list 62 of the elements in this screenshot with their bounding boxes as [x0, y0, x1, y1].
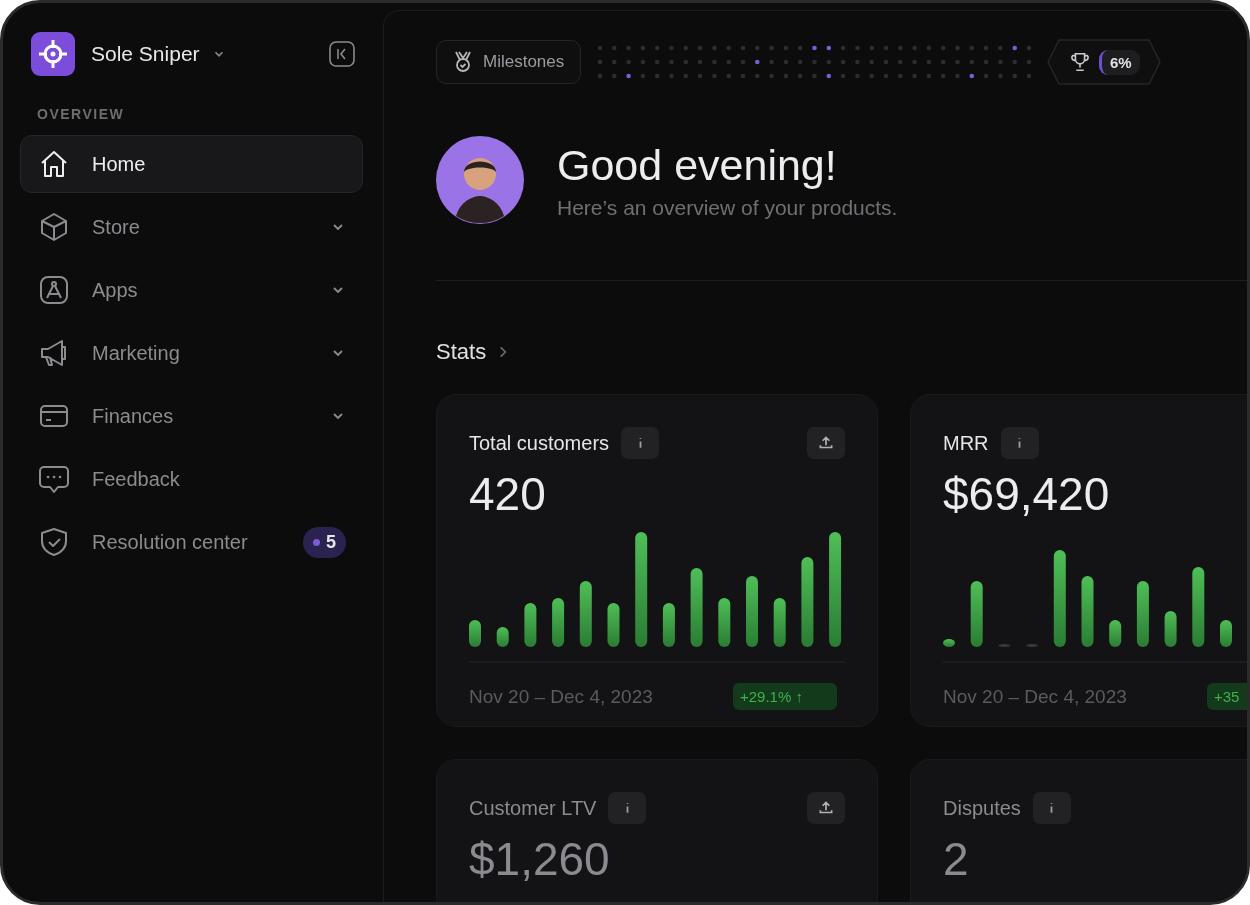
info-icon — [1018, 438, 1022, 448]
info-icon — [638, 438, 642, 448]
chart-bar — [773, 598, 786, 647]
change-badge: +35 — [1207, 683, 1247, 710]
cube-icon — [38, 211, 70, 243]
count-badge: 5 — [303, 526, 346, 558]
info-button[interactable] — [621, 427, 660, 459]
chart-bar — [1164, 611, 1177, 647]
sidebar-item[interactable]: Finances — [20, 387, 363, 445]
chart-bar — [1220, 620, 1232, 647]
card-title: Disputes — [943, 796, 1021, 820]
workspace-switcher[interactable]: Sole Sniper — [91, 42, 226, 66]
chart-bar — [524, 603, 537, 647]
chart-bar — [970, 581, 983, 647]
shield-check-icon — [38, 526, 70, 558]
greeting-title: Good evening! — [557, 140, 838, 190]
sidebar-item[interactable]: Resolution center 5 — [20, 513, 363, 571]
collapse-sidebar-button[interactable] — [329, 41, 355, 67]
info-button[interactable] — [1000, 427, 1039, 459]
chart-bar — [662, 603, 675, 647]
change-badge: +29.1% ↑ — [733, 683, 837, 710]
milestones-button[interactable]: Milestones — [436, 40, 582, 84]
compass-icon — [38, 274, 70, 306]
chart-bar — [998, 644, 1011, 647]
chart-bar — [1109, 620, 1122, 647]
stat-value: $1,260 — [469, 832, 611, 886]
card-title: Customer LTV — [469, 796, 597, 820]
trophy-icon — [1068, 51, 1091, 73]
export-button[interactable] — [807, 427, 845, 459]
sidebar-item[interactable]: Store — [20, 198, 363, 256]
sidebar-item[interactable]: Marketing — [20, 324, 363, 382]
sidebar-item[interactable]: Home — [20, 135, 363, 193]
date-range: Nov 20 – Dec 4, 2023 — [943, 685, 1127, 708]
sidebar-item[interactable]: Apps — [20, 261, 363, 319]
stat-value: 2 — [943, 832, 970, 886]
chart-bar — [943, 639, 955, 647]
chart-bar — [746, 576, 758, 647]
date-range: Nov 20 – Dec 4, 2023 — [469, 685, 653, 708]
section-label: OVERVIEW — [37, 106, 126, 122]
chart-bar — [496, 627, 509, 647]
chart-bar — [607, 603, 620, 647]
crosshair-logo-icon — [31, 32, 75, 76]
info-button[interactable] — [608, 792, 647, 824]
stat-value: $69,420 — [943, 467, 1111, 521]
info-icon — [1050, 803, 1054, 813]
chart-bar — [469, 620, 481, 647]
card-title: Total customers — [469, 431, 610, 455]
info-button[interactable] — [1032, 792, 1071, 824]
stat-value: 420 — [469, 467, 547, 521]
chart-bar — [552, 598, 565, 647]
chart-bar — [718, 598, 731, 647]
export-button[interactable] — [807, 792, 845, 824]
stats-link[interactable]: Stats — [436, 339, 511, 365]
greeting-subtitle: Here’s an overview of your products. — [557, 195, 898, 220]
card-title: MRR — [943, 431, 989, 455]
info-icon — [625, 803, 629, 813]
chart-bar — [579, 581, 592, 647]
chart-bar — [1136, 581, 1149, 647]
chart-bar — [1081, 576, 1094, 647]
chart-bar — [1026, 644, 1039, 647]
chat-bubble-icon — [38, 463, 70, 495]
sidebar-item[interactable]: Feedback — [20, 450, 363, 508]
